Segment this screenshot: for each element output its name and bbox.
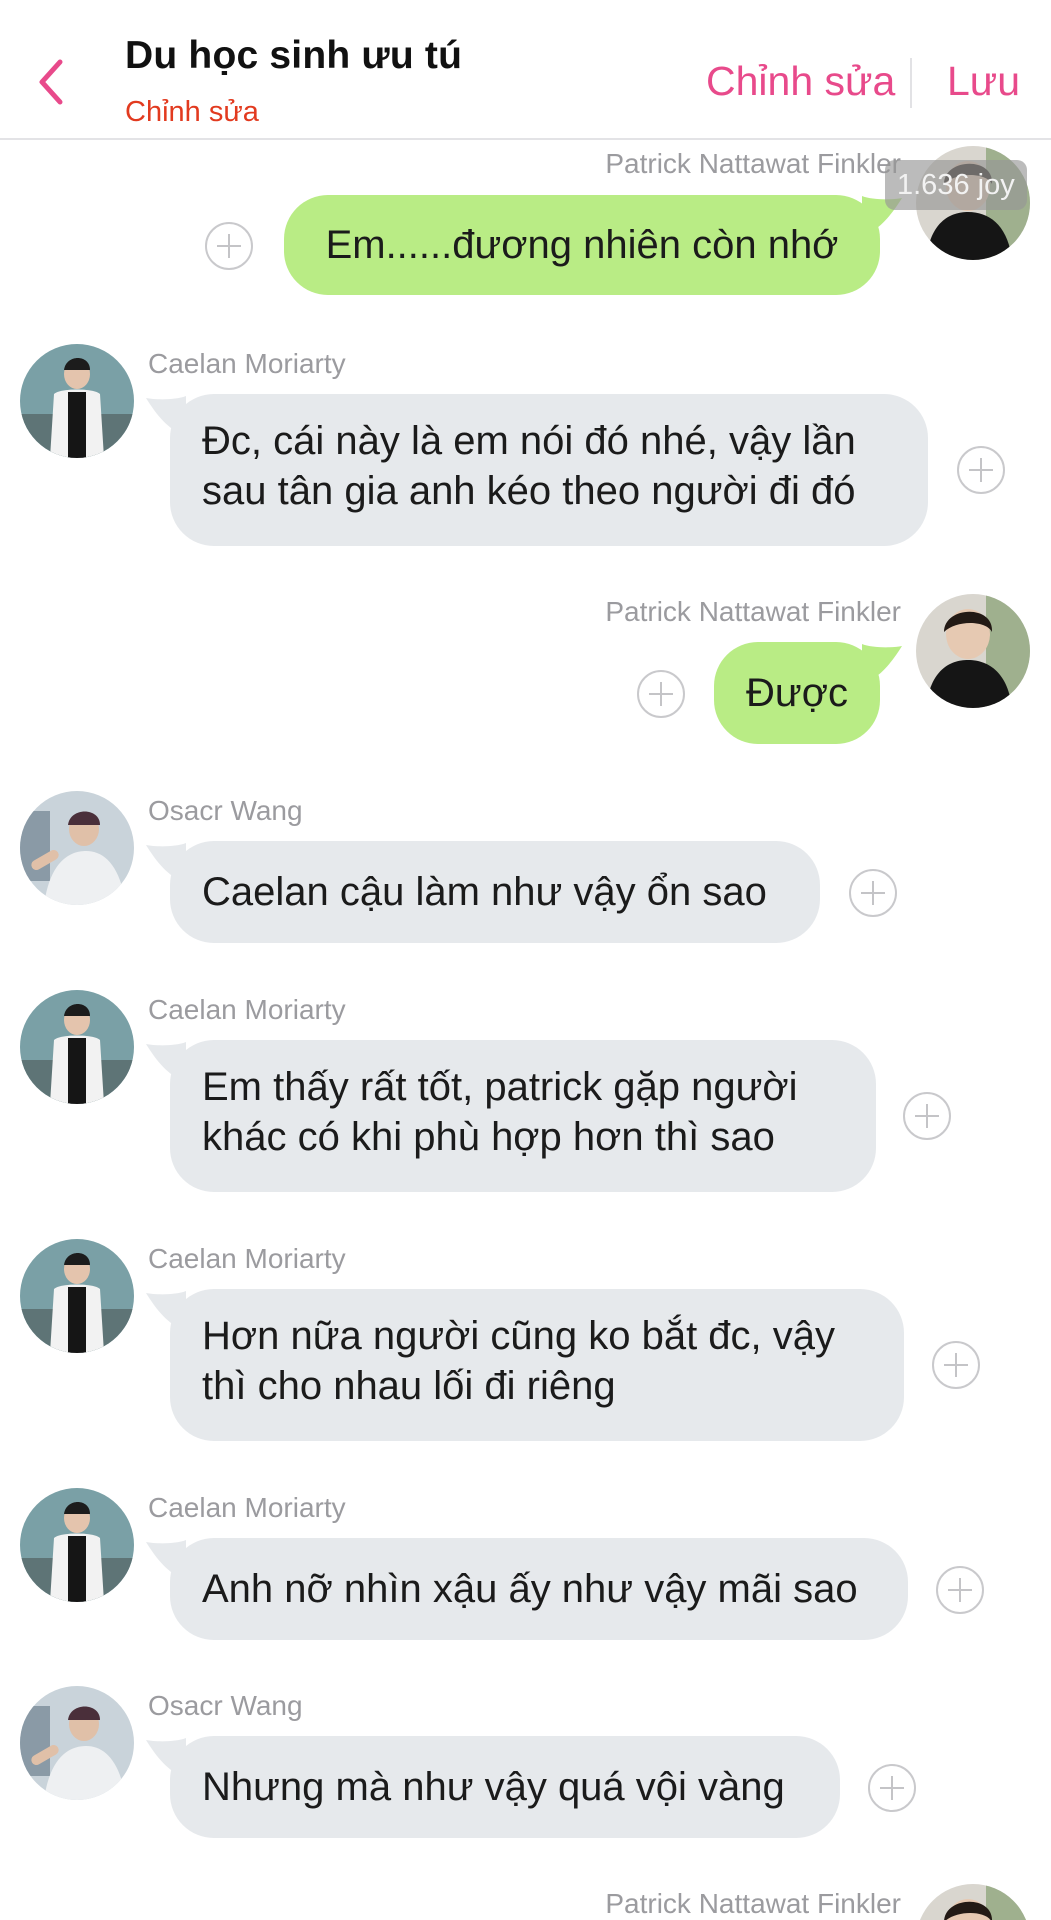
avatar[interactable] <box>20 1239 134 1353</box>
avatar-caelan-icon <box>20 1488 134 1602</box>
joy-badge: 1.636 joy <box>885 160 1027 210</box>
message-bubble[interactable]: Em thấy rất tốt, patrick gặp người khác … <box>170 1040 876 1192</box>
chat-title: Du học sinh ưu tú <box>125 34 463 77</box>
avatar-caelan-icon <box>20 344 134 458</box>
message-line: Hơn nữa người cũng ko bắt đc, vậy <box>202 1314 836 1358</box>
save-button[interactable]: Lưu <box>947 58 1020 105</box>
avatar[interactable] <box>20 344 134 458</box>
message-bubble[interactable]: Được <box>714 642 880 744</box>
avatar[interactable] <box>20 990 134 1104</box>
message-line: thì cho nhau lối đi riêng <box>202 1364 616 1408</box>
message-bubble[interactable]: Nhưng mà như vậy quá vội vàng <box>170 1736 840 1838</box>
sender-name: Patrick Nattawat Finkler <box>605 148 901 179</box>
add-reaction-button[interactable] <box>868 1764 916 1812</box>
message-line: Em thấy rất tốt, patrick gặp người <box>202 1065 798 1109</box>
add-reaction-button[interactable] <box>936 1566 984 1614</box>
top-bar: Du học sinh ưu tú Chỉnh sửa Chỉnh sửa Lư… <box>0 0 1051 140</box>
message-bubble[interactable]: Đc, cái này là em nói đó nhé, vậy lần sa… <box>170 394 928 546</box>
avatar[interactable] <box>20 1686 134 1800</box>
message-line: Đc, cái này là em nói đó nhé, vậy lần <box>202 419 856 463</box>
sender-name: Patrick Nattawat Finkler <box>605 1888 901 1919</box>
avatar-caelan-icon <box>20 1239 134 1353</box>
sender-name: Caelan Moriarty <box>148 994 346 1025</box>
avatar[interactable] <box>916 1884 1030 1920</box>
chat-screen: Du học sinh ưu tú Chỉnh sửa Chỉnh sửa Lư… <box>0 0 1051 1920</box>
avatar-patrick-icon <box>916 1884 1030 1920</box>
avatar-caelan-icon <box>20 990 134 1104</box>
add-reaction-button[interactable] <box>957 446 1005 494</box>
avatar[interactable] <box>916 594 1030 708</box>
chevron-left-icon <box>39 59 63 105</box>
back-button[interactable] <box>30 50 80 110</box>
add-reaction-button[interactable] <box>849 869 897 917</box>
add-reaction-button[interactable] <box>932 1341 980 1389</box>
message-bubble[interactable]: Anh nỡ nhìn xậu ấy như vậy mãi sao <box>170 1538 908 1640</box>
avatar-patrick-icon <box>916 594 1030 708</box>
add-reaction-button[interactable] <box>205 222 253 270</box>
add-reaction-button[interactable] <box>637 670 685 718</box>
sender-name: Caelan Moriarty <box>148 348 346 379</box>
message-bubble[interactable]: Em......đương nhiên còn nhớ <box>284 195 880 295</box>
sender-name: Caelan Moriarty <box>148 1243 346 1274</box>
sender-name: Patrick Nattawat Finkler <box>605 596 901 627</box>
message-bubble[interactable]: Hơn nữa người cũng ko bắt đc, vậy thì ch… <box>170 1289 904 1441</box>
header-divider <box>910 58 912 108</box>
avatar-osacr-icon <box>20 1686 134 1800</box>
sender-name: Caelan Moriarty <box>148 1492 346 1523</box>
avatar-osacr-icon <box>20 791 134 905</box>
message-bubble[interactable]: Caelan cậu làm như vậy ổn sao <box>170 841 820 943</box>
add-reaction-button[interactable] <box>903 1092 951 1140</box>
sender-name: Osacr Wang <box>148 795 303 826</box>
avatar[interactable] <box>20 791 134 905</box>
message-line: sau tân gia anh kéo theo người đi đó <box>202 469 856 513</box>
edit-button[interactable]: Chỉnh sửa <box>706 58 895 105</box>
chat-subtitle[interactable]: Chỉnh sửa <box>125 96 259 129</box>
avatar[interactable] <box>20 1488 134 1602</box>
sender-name: Osacr Wang <box>148 1690 303 1721</box>
message-line: khác có khi phù hợp hơn thì sao <box>202 1115 775 1159</box>
